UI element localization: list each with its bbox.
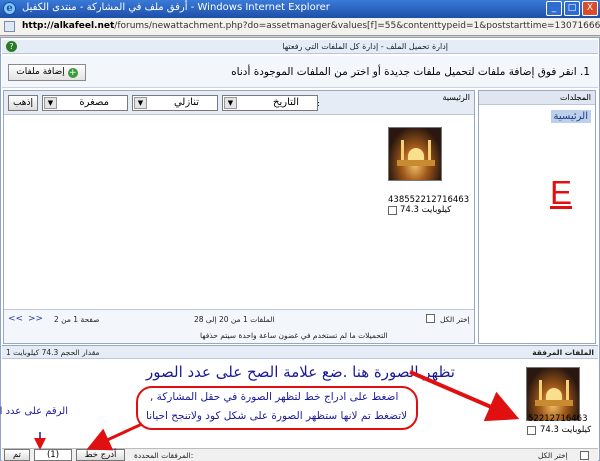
arrow-to-insert	[86, 422, 143, 451]
arrow-to-attached	[409, 370, 520, 422]
annotation-arrows	[34, 370, 520, 451]
